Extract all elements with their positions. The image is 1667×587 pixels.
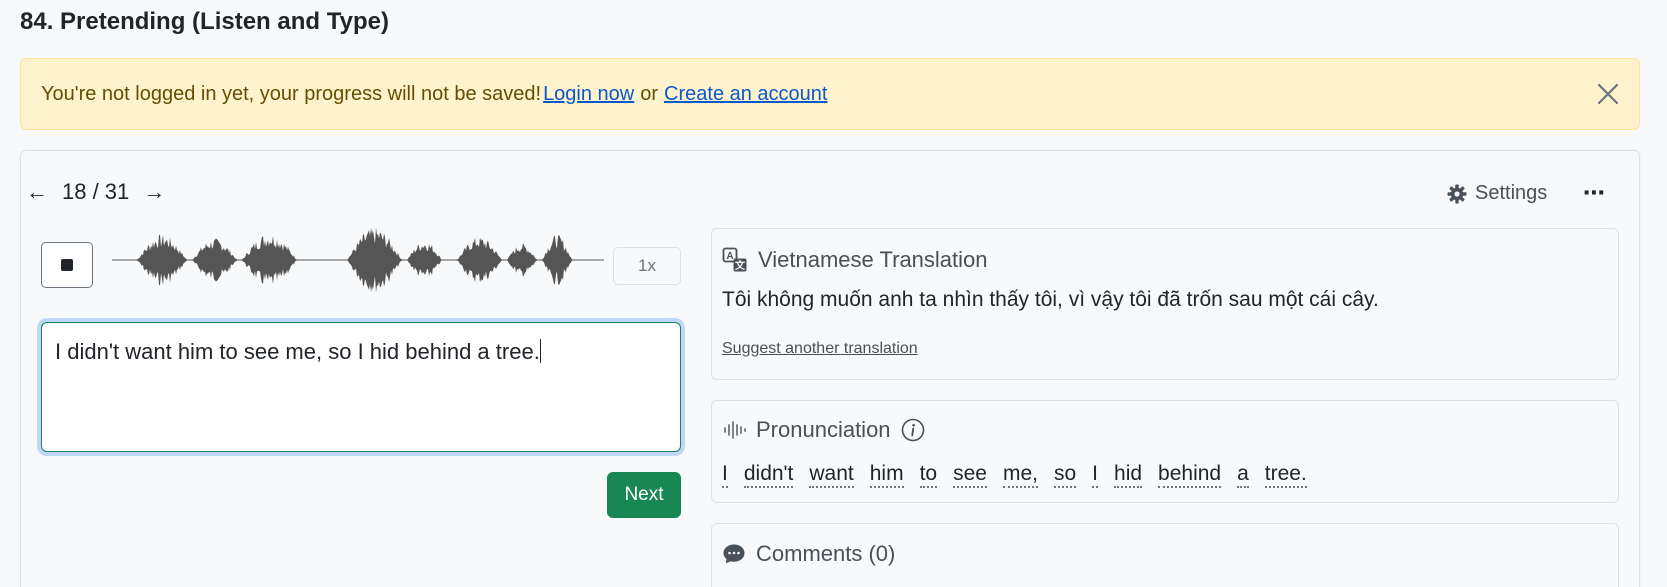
pronunciation-word[interactable]: want (809, 462, 854, 489)
translation-title: Vietnamese Translation (758, 247, 988, 272)
gear-icon (1447, 184, 1467, 203)
next-button[interactable]: Next (607, 472, 681, 518)
pronunciation-word[interactable]: to (919, 462, 938, 489)
audio-waveform[interactable] (112, 226, 604, 294)
sentence-navigator: ← 18 / 31 → (26, 178, 165, 206)
pronunciation-word[interactable]: I (722, 462, 728, 489)
login-alert: You're not logged in yet, your progress … (20, 58, 1640, 130)
stop-icon (61, 259, 73, 271)
translation-text: Tôi không muốn anh ta nhìn thấy tôi, vì … (722, 288, 1379, 311)
suggest-translation-link[interactable]: Suggest another translation (722, 340, 918, 358)
answer-text: I didn't want him to see me, so I hid be… (55, 339, 540, 364)
page-title: 84. Pretending (Listen and Type) (20, 8, 389, 35)
close-icon[interactable] (1595, 81, 1621, 107)
alert-message: You're not logged in yet, your progress … (41, 82, 542, 105)
stop-button[interactable] (41, 242, 93, 288)
playback-speed-button[interactable]: 1x (613, 247, 681, 285)
pronunciation-word[interactable]: him (869, 462, 904, 489)
arrow-right-icon[interactable]: → (143, 179, 165, 205)
settings-button[interactable]: Settings (1447, 182, 1547, 205)
translate-icon: A 文 (722, 247, 747, 272)
pronunciation-words: Ididn't want him to see me, so Ihid behind a tree. (722, 462, 1307, 489)
arrow-left-icon[interactable]: ← (26, 179, 48, 205)
pronunciation-word[interactable]: tree. (1264, 462, 1307, 489)
comments-header[interactable]: Comments (0) (722, 541, 895, 567)
pronunciation-word[interactable]: I (1092, 462, 1099, 489)
pronunciation-word[interactable]: so (1053, 462, 1077, 489)
comments-panel: Comments (0) (711, 523, 1619, 587)
pronunciation-word[interactable]: see (953, 462, 987, 489)
pronunciation-word[interactable]: me, (1002, 462, 1038, 489)
pronunciation-word[interactable]: hid (1114, 462, 1143, 489)
comments-title: Comments (0) (756, 541, 896, 566)
pronunciation-word[interactable]: behind (1158, 462, 1222, 489)
answer-input[interactable]: I didn't want him to see me, so I hid be… (41, 322, 681, 452)
pronunciation-word[interactable]: a (1237, 462, 1249, 489)
audio-wave-icon (724, 421, 746, 439)
sentence-position: 18 / 31 (62, 179, 130, 204)
alert-or-text: or (640, 82, 659, 105)
svg-text:A: A (726, 251, 733, 262)
pronunciation-word[interactable]: didn't (743, 462, 794, 489)
svg-text:文: 文 (735, 259, 746, 272)
translation-header: A 文 Vietnamese Translation (722, 247, 988, 273)
login-link[interactable]: Login now (543, 83, 634, 106)
more-horizontal-icon[interactable]: ⋯ (1583, 180, 1606, 206)
info-icon[interactable] (901, 418, 925, 442)
create-account-link[interactable]: Create an account (664, 83, 827, 106)
comment-icon (723, 544, 745, 564)
settings-label: Settings (1475, 182, 1548, 204)
pronunciation-title: Pronunciation (756, 417, 891, 442)
text-caret (539, 339, 541, 363)
pronunciation-header: Pronunciation (722, 417, 925, 443)
